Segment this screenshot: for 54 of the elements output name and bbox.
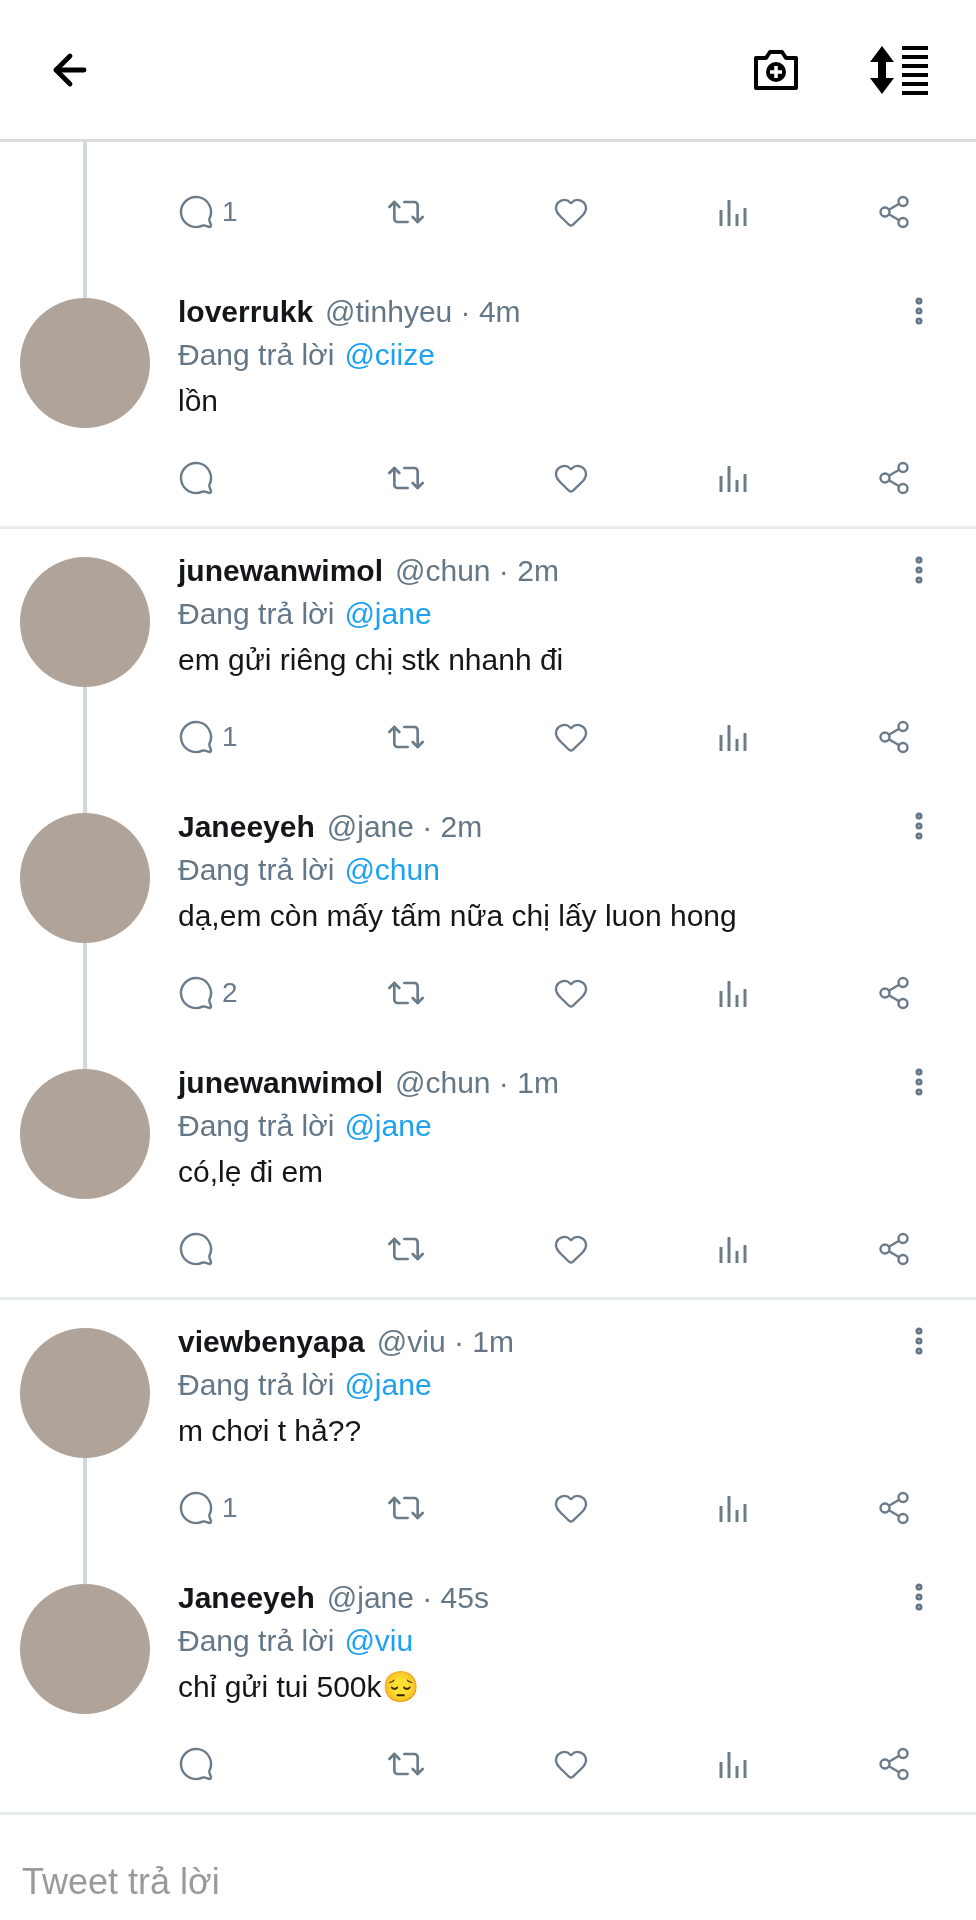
reply-button[interactable]: 1 <box>178 191 258 233</box>
user-name[interactable]: Janeeyeh <box>178 803 315 849</box>
replying-label: Đang trả lời <box>178 1366 335 1403</box>
share-button[interactable] <box>876 194 912 230</box>
tweet-text: chỉ gửi tui 500k😔 <box>178 1668 420 1705</box>
reply-button[interactable]: 2 <box>178 972 258 1014</box>
speech-bubble-icon <box>178 1746 214 1782</box>
user-name[interactable]: Janeeyeh <box>178 1574 315 1620</box>
mention-link[interactable]: @jane <box>344 590 432 636</box>
reply-button[interactable]: 1 <box>178 1487 258 1529</box>
tweet-text: m chơi t hả?? <box>178 1412 363 1449</box>
tweet-text: em gửi riêng chị stk nhanh đi <box>178 641 565 678</box>
user-handle: @tinhyeu · 4m <box>325 293 521 330</box>
replying-label: Đang trả lời <box>178 595 335 632</box>
tweet-text: dạ,em còn mấy tấm nữa chị lấy luon hong <box>178 897 738 934</box>
replying-label: Đang trả lời <box>178 1107 335 1144</box>
share-button[interactable] <box>876 1490 912 1526</box>
user-handle: @jane · 45s <box>326 1579 489 1616</box>
user-handle: @chun · 1m <box>395 1064 559 1101</box>
user-handle: @jane · 2m <box>326 808 483 845</box>
share-button[interactable] <box>876 1746 912 1782</box>
replying-label: Đang trả lời <box>178 1622 335 1659</box>
speech-bubble-icon <box>178 460 214 496</box>
share-button[interactable] <box>876 975 912 1011</box>
speech-bubble-icon <box>178 194 214 230</box>
replying-label: Đang trả lời <box>178 851 335 888</box>
user-name[interactable]: viewbenyapa <box>178 1318 365 1364</box>
replying-label: Đang trả lời <box>178 336 335 373</box>
mention-link[interactable]: @viu <box>344 1617 414 1663</box>
user-name[interactable]: junewanwimol <box>178 1059 384 1105</box>
mention-link[interactable]: @jane <box>344 1102 432 1148</box>
speech-bubble-icon <box>178 1231 214 1267</box>
reply-count: 1 <box>222 1491 238 1525</box>
user-handle: @viu · 1m <box>376 1323 514 1360</box>
tweet-text: lồn <box>178 382 220 419</box>
speech-bubble-icon <box>178 719 214 755</box>
user-handle: @chun · 2m <box>395 552 559 589</box>
reply-count: 1 <box>222 195 238 229</box>
reply-input-field[interactable]: Tweet trả lời <box>22 1835 954 1920</box>
share-button[interactable] <box>876 1231 912 1267</box>
sort-icon[interactable] <box>868 43 930 96</box>
reply-count: 2 <box>222 976 238 1010</box>
mention-link[interactable]: @ciize <box>344 331 435 377</box>
reply-button[interactable]: 1 <box>178 716 258 758</box>
user-name[interactable]: loverrukk <box>178 288 314 334</box>
mention-link[interactable]: @chun <box>344 846 440 892</box>
share-button[interactable] <box>876 719 912 755</box>
mention-link[interactable]: @jane <box>344 1361 432 1407</box>
reply-count: 1 <box>222 720 238 754</box>
share-button[interactable] <box>876 460 912 496</box>
user-name[interactable]: junewanwimol <box>178 547 384 593</box>
speech-bubble-icon <box>178 975 214 1011</box>
speech-bubble-icon <box>178 1490 214 1526</box>
tweet-text: có,lẹ đi em <box>178 1153 325 1190</box>
